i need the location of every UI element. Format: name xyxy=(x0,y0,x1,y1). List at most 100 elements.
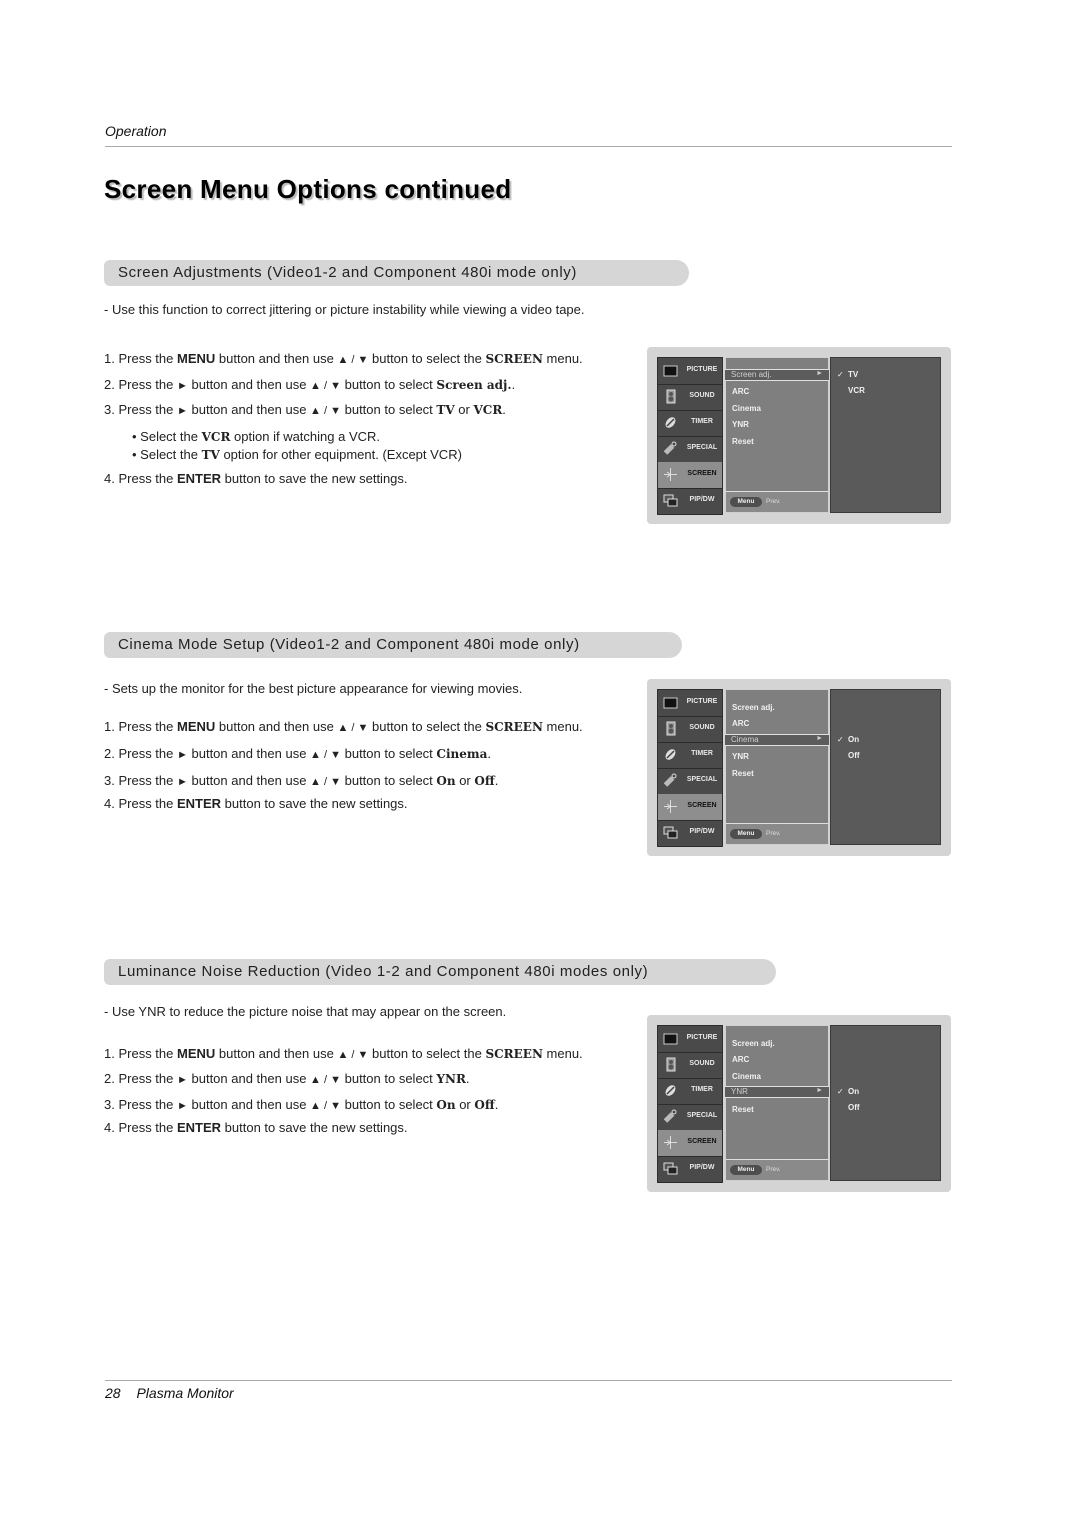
up-down-arrow-icon: ▲ / ▼ xyxy=(310,776,341,788)
menu-term: VCR xyxy=(473,403,503,417)
header-rule xyxy=(105,146,952,147)
step-text: or xyxy=(454,402,474,417)
osd-sidebar-item[interactable]: SOUND xyxy=(658,716,722,743)
osd-highlighted-option[interactable]: Screen adj. ► xyxy=(725,369,829,381)
osd-value-panel: ✓ On Off xyxy=(830,1025,941,1181)
sound-icon xyxy=(663,721,678,736)
osd-value-option[interactable]: TV xyxy=(848,370,858,379)
timer-icon xyxy=(663,747,678,762)
osd-sidebar-item[interactable]: PICTURE xyxy=(658,1026,722,1053)
osd-option[interactable]: Cinema xyxy=(732,404,761,413)
up-down-arrow-icon: ▲ / ▼ xyxy=(310,1100,341,1112)
check-icon: ✓ xyxy=(837,370,844,379)
bullet-text: • Select the xyxy=(132,447,202,462)
osd-sidebar-label: SCREEN xyxy=(687,802,717,809)
step-text: Press the xyxy=(118,773,177,788)
osd-option[interactable]: Screen adj. xyxy=(732,1039,775,1048)
osd-sidebar-item[interactable]: SPECIAL xyxy=(658,1104,722,1131)
step-text: button and then use xyxy=(215,1046,338,1061)
menu-term: TV xyxy=(436,403,455,417)
osd-sidebar-label: PICTURE xyxy=(686,366,718,373)
osd-sidebar: PICTURE SOUND TIMER SPECIAL SCREEN PIP/DW xyxy=(657,1025,723,1183)
menu-button[interactable]: Menu xyxy=(730,1165,762,1175)
step-number: 2. xyxy=(104,377,115,392)
step-text: button and then use xyxy=(215,719,338,734)
osd-sidebar-item[interactable]: SCREEN xyxy=(658,794,722,821)
section-heading-bar: Screen Adjustments (Video1-2 and Compone… xyxy=(104,260,689,286)
step-text: Press the xyxy=(118,796,177,811)
osd-sidebar-item[interactable]: SOUND xyxy=(658,1052,722,1079)
osd-sidebar-label: SCREEN xyxy=(687,1138,717,1145)
osd-option[interactable]: ARC xyxy=(732,387,749,396)
step-number: 2. xyxy=(104,1071,115,1086)
step-text: button and then use xyxy=(187,1097,311,1112)
osd-footer: Menu Prev. xyxy=(726,491,828,512)
osd-option[interactable]: Reset xyxy=(732,769,754,778)
osd-option[interactable]: Cinema xyxy=(732,1072,761,1081)
osd-sidebar-item[interactable]: PICTURE xyxy=(658,690,722,717)
up-down-arrow-icon: ▲ / ▼ xyxy=(310,405,341,417)
osd-option[interactable]: Reset xyxy=(732,437,754,446)
special-icon xyxy=(663,773,678,788)
osd-sidebar-label: PICTURE xyxy=(686,1034,718,1041)
osd-value-option[interactable]: On xyxy=(848,735,859,744)
osd-value-option[interactable]: Off xyxy=(848,751,860,760)
osd-sidebar-item[interactable]: TIMER xyxy=(658,742,722,769)
bullet-text: • Select the xyxy=(132,429,202,444)
step-text: button and then use xyxy=(187,1071,311,1086)
osd-sidebar-item[interactable]: PICTURE xyxy=(658,358,722,385)
footer-rule xyxy=(105,1380,952,1381)
osd-sidebar-item[interactable]: TIMER xyxy=(658,410,722,437)
step-text: . xyxy=(494,773,499,788)
step-text: Press the xyxy=(118,471,177,486)
osd-highlighted-option[interactable]: YNR ► xyxy=(725,1086,829,1098)
osd-value-option[interactable]: Off xyxy=(848,1103,860,1112)
osd-option[interactable]: Screen adj. xyxy=(732,703,775,712)
menu-button[interactable]: Menu xyxy=(730,829,762,839)
menu-button[interactable]: Menu xyxy=(730,497,762,507)
osd-option[interactable]: ARC xyxy=(732,719,749,728)
osd-option[interactable]: YNR xyxy=(732,420,749,429)
osd-sidebar-label: SCREEN xyxy=(687,470,717,477)
osd-sidebar-item[interactable]: TIMER xyxy=(658,1078,722,1105)
osd-sidebar-item[interactable]: PIP/DW xyxy=(658,488,722,515)
step-text: Press the xyxy=(118,351,177,366)
osd-value-panel: ✓ On Off xyxy=(830,689,941,845)
step-text: Press the xyxy=(118,1046,177,1061)
screen-icon xyxy=(663,799,678,814)
osd-sidebar-item[interactable]: PIP/DW xyxy=(658,820,722,847)
osd-option[interactable]: YNR xyxy=(732,752,749,761)
osd-sidebar-label: PIP/DW xyxy=(689,828,715,835)
right-arrow-icon: ► xyxy=(816,735,823,742)
osd-sidebar-label: TIMER xyxy=(691,418,713,425)
osd-option[interactable]: ARC xyxy=(732,1055,749,1064)
osd-option[interactable]: Reset xyxy=(732,1105,754,1114)
menu-term: Off xyxy=(474,774,495,788)
up-down-arrow-icon: ▲ / ▼ xyxy=(310,749,341,761)
osd-value-option[interactable]: On xyxy=(848,1087,859,1096)
step-text: menu. xyxy=(542,719,583,734)
osd-sidebar-item[interactable]: SPECIAL xyxy=(658,436,722,463)
osd-sidebar-item[interactable]: SOUND xyxy=(658,384,722,411)
step-text: button to save the new settings. xyxy=(221,796,408,811)
pip-dw-icon xyxy=(663,825,678,840)
section-heading-bar: Luminance Noise Reduction (Video 1-2 and… xyxy=(104,959,776,985)
osd-sidebar-item[interactable]: SCREEN xyxy=(658,462,722,489)
menu-term: SCREEN xyxy=(485,720,543,734)
step-text: . xyxy=(465,1071,470,1086)
osd-sidebar-item[interactable]: PIP/DW xyxy=(658,1156,722,1183)
instruction-step: 1. Press the MENU button and then use ▲ … xyxy=(104,1046,583,1061)
step-number: 3. xyxy=(104,1097,115,1112)
step-number: 2. xyxy=(104,746,115,761)
step-text: button to select xyxy=(341,377,437,392)
osd-sidebar-item[interactable]: SCREEN xyxy=(658,1130,722,1157)
osd-value-option[interactable]: VCR xyxy=(848,386,865,395)
up-down-arrow-icon: ▲ / ▼ xyxy=(310,380,341,392)
osd-highlighted-option[interactable]: Cinema ► xyxy=(725,734,829,746)
step-text: button and then use xyxy=(215,351,338,366)
osd-sidebar-item[interactable]: SPECIAL xyxy=(658,768,722,795)
menu-term: Screen adj. xyxy=(436,378,512,392)
menu-term: VCR xyxy=(201,430,231,444)
osd-sidebar-label: SOUND xyxy=(689,1060,715,1067)
step-text: button and then use xyxy=(187,402,311,417)
